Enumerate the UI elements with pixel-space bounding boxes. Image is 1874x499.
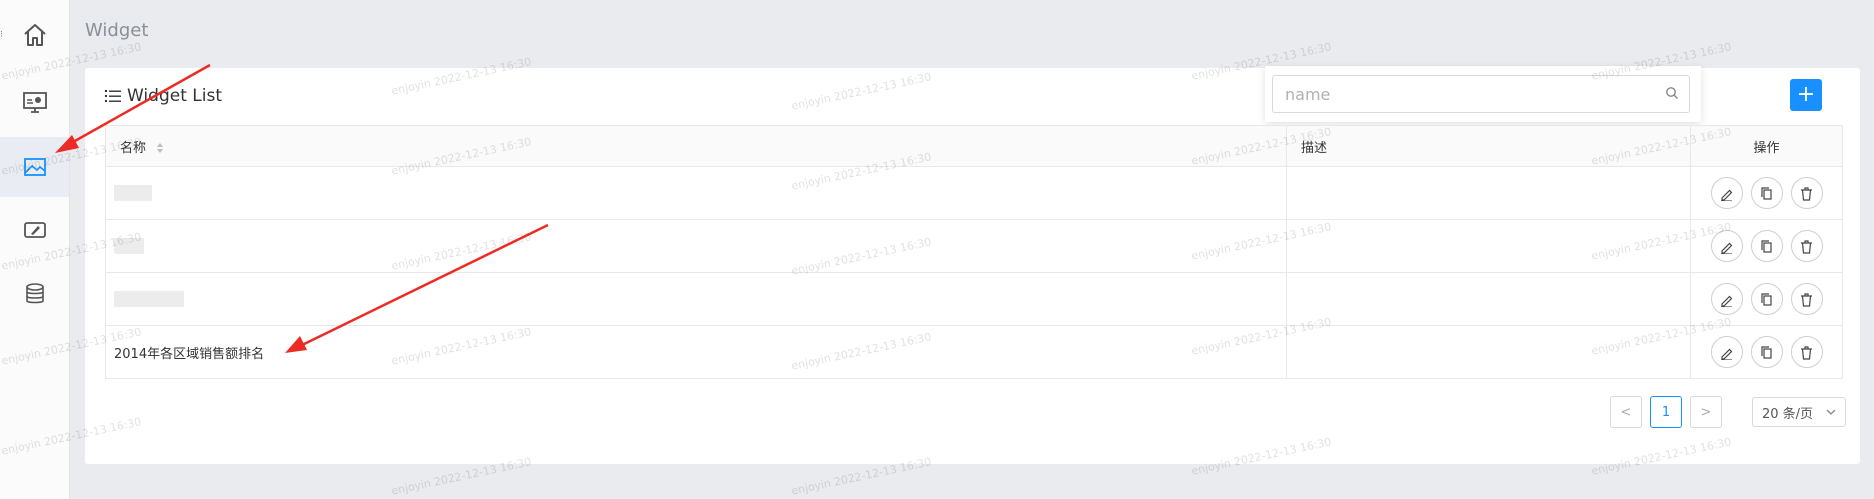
sort-icon[interactable]	[156, 142, 164, 154]
database-icon	[25, 283, 44, 304]
card-header: Widget List	[105, 86, 222, 106]
delete-icon	[1801, 239, 1812, 254]
table-row	[105, 166, 1843, 220]
copy-icon	[1761, 292, 1772, 306]
sidebar-item-home[interactable]	[0, 5, 69, 65]
home-icon	[23, 24, 46, 46]
delete-icon	[1801, 292, 1812, 307]
delete-button[interactable]	[1790, 283, 1823, 315]
search-icon[interactable]	[1665, 86, 1679, 100]
delete-icon	[1801, 345, 1812, 360]
pen-icon	[23, 222, 46, 238]
cell-actions	[1690, 325, 1843, 379]
sidebar-item-widget[interactable]	[0, 137, 69, 197]
edit-icon	[1721, 242, 1733, 254]
edit-icon	[1721, 189, 1733, 201]
column-header-description: 描述	[1286, 125, 1691, 167]
widget-list-card: Widget List + 名称 描述 操作	[85, 66, 1860, 464]
page-size-label: 20 条/页	[1762, 406, 1814, 422]
page-number-button[interactable]: 1	[1650, 396, 1682, 428]
page-title: Widget	[85, 20, 149, 41]
cell-name	[105, 219, 1287, 273]
edit-button[interactable]	[1710, 230, 1743, 262]
cell-name	[105, 272, 1287, 326]
copy-icon	[1761, 186, 1772, 200]
column-header-actions: 操作	[1690, 125, 1843, 167]
delete-button[interactable]	[1790, 177, 1823, 209]
copy-button[interactable]	[1750, 230, 1783, 262]
sidebar: ⁝	[0, 0, 70, 499]
page-size-select[interactable]: 20 条/页	[1752, 397, 1846, 427]
copy-button[interactable]	[1750, 336, 1783, 368]
cell-actions	[1690, 219, 1843, 273]
column-header-name[interactable]: 名称	[105, 125, 1287, 167]
add-widget-button[interactable]: +	[1790, 79, 1822, 111]
delete-icon	[1801, 186, 1812, 201]
prev-page-button[interactable]: <	[1610, 396, 1642, 428]
cell-description	[1286, 272, 1691, 326]
table-row	[105, 219, 1843, 273]
widget-table: 名称 描述 操作 2014年各区域销售额排名	[105, 125, 1843, 379]
image-icon	[23, 158, 46, 176]
cell-description	[1286, 219, 1691, 273]
table-header-row: 名称 描述 操作	[105, 125, 1843, 167]
redacted-name	[114, 185, 152, 201]
list-icon	[105, 90, 121, 102]
table-row: 2014年各区域销售额排名	[105, 325, 1843, 379]
redacted-name	[114, 291, 184, 307]
search-input[interactable]	[1283, 83, 1647, 105]
table-row	[105, 272, 1843, 326]
edit-button[interactable]	[1710, 336, 1743, 368]
search-popover	[1265, 66, 1701, 122]
sidebar-item-editor[interactable]	[0, 200, 69, 260]
cell-actions	[1690, 272, 1843, 326]
delete-button[interactable]	[1790, 336, 1823, 368]
cell-description	[1286, 325, 1691, 379]
sidebar-item-datasource[interactable]	[0, 264, 69, 324]
pagination: < 1 > 20 条/页	[1610, 396, 1846, 428]
edit-icon	[1721, 295, 1733, 307]
copy-icon	[1761, 345, 1772, 359]
cell-name	[105, 166, 1287, 220]
edit-icon	[1721, 348, 1733, 360]
edit-button[interactable]	[1710, 283, 1743, 315]
copy-button[interactable]	[1750, 177, 1783, 209]
widget-name: 2014年各区域销售额排名	[114, 346, 265, 362]
edit-button[interactable]	[1710, 177, 1743, 209]
redacted-name	[114, 238, 144, 254]
cell-name: 2014年各区域销售额排名	[105, 325, 1287, 379]
sidebar-item-dashboard[interactable]	[0, 72, 69, 132]
copy-icon	[1761, 239, 1772, 253]
next-page-button[interactable]: >	[1690, 396, 1722, 428]
cell-description	[1286, 166, 1691, 220]
search-box	[1272, 75, 1690, 113]
cell-actions	[1690, 166, 1843, 220]
card-title: Widget List	[127, 86, 222, 106]
chevron-down-icon	[1826, 409, 1836, 415]
monitor-icon	[22, 92, 47, 113]
copy-button[interactable]	[1750, 283, 1783, 315]
delete-button[interactable]	[1790, 230, 1823, 262]
